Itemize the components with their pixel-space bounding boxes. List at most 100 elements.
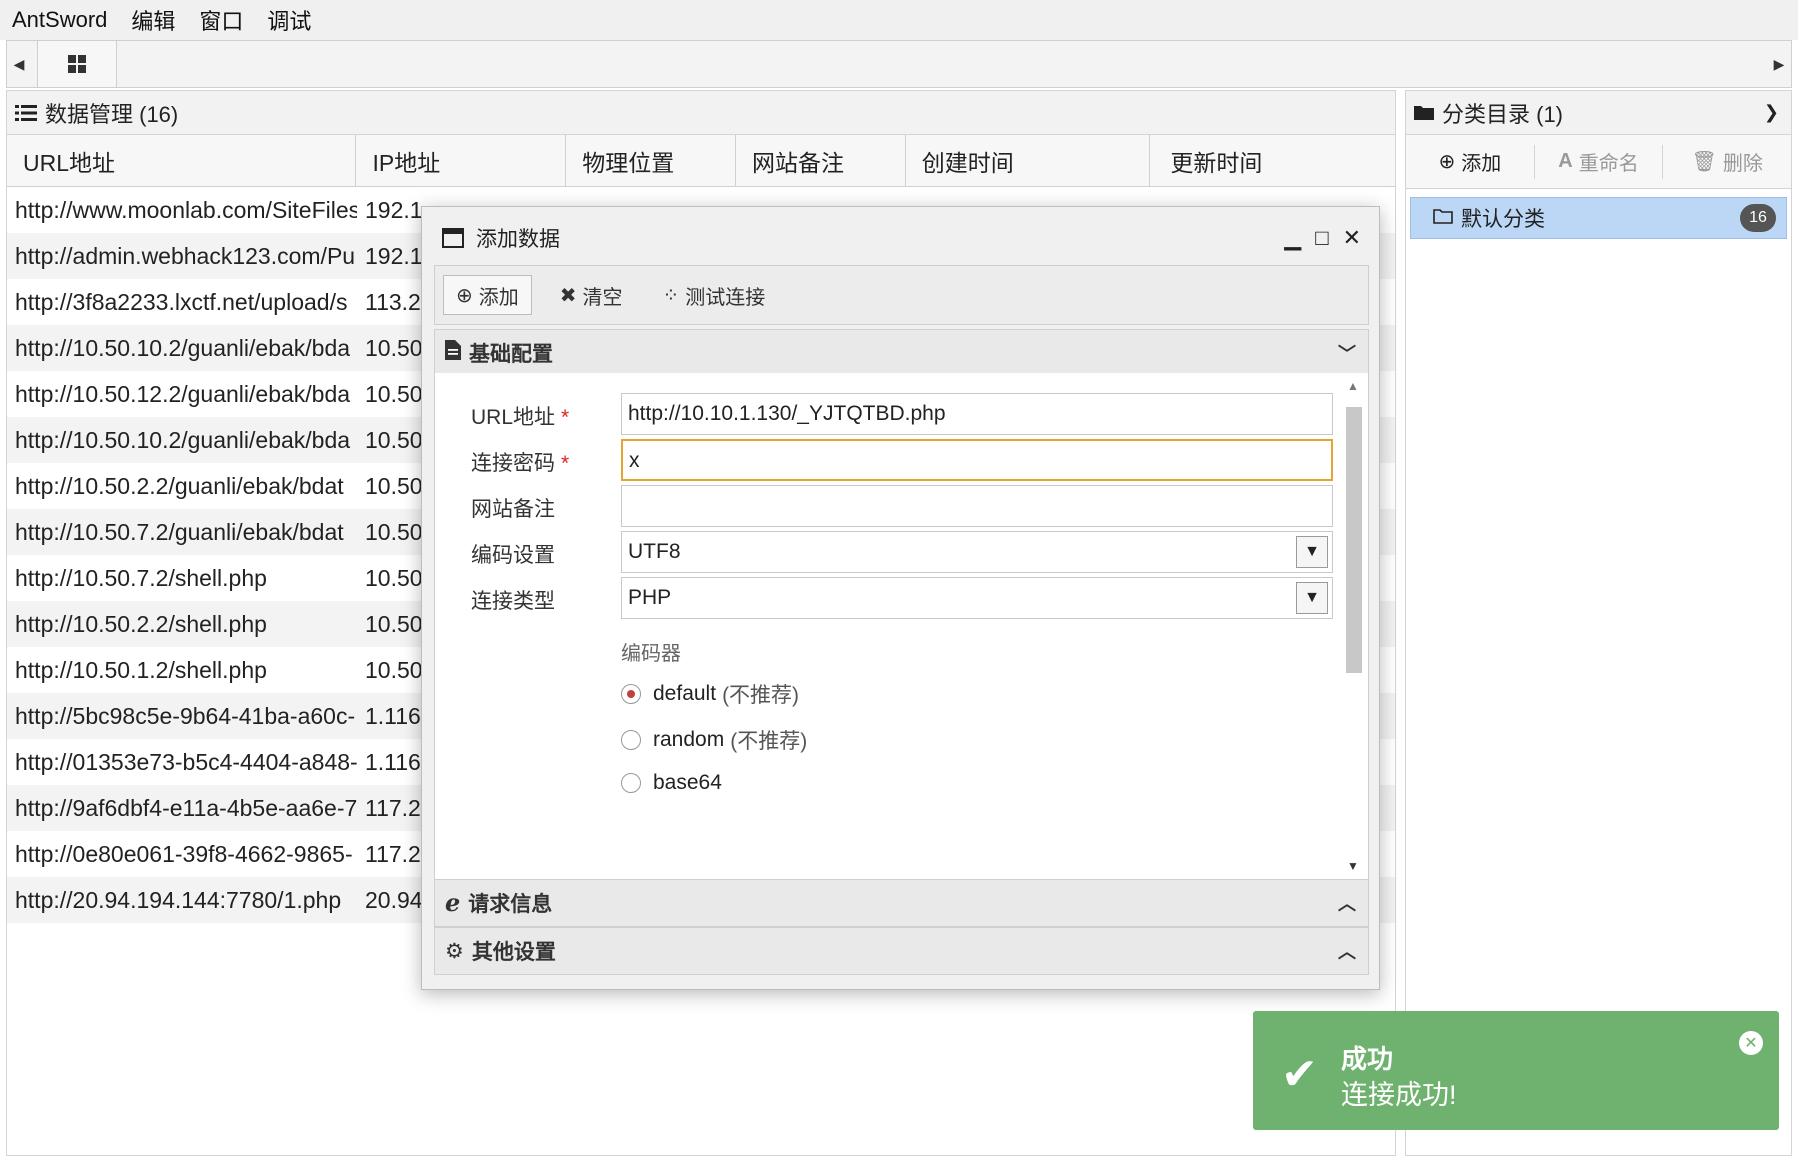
form-scrollbar[interactable]: ▲ ▼ <box>1344 379 1364 873</box>
menu-antsword[interactable]: AntSword <box>12 7 107 33</box>
font-icon: A <box>1558 150 1573 172</box>
encoding-row: 编码设置 UTF8 ▼ <box>435 531 1335 575</box>
url-label: URL地址 * <box>471 406 570 429</box>
encoding-select[interactable]: UTF8 ▼ <box>621 531 1333 573</box>
url-row: URL地址 * http://10.10.1.130/_YJTQTBD.php <box>435 393 1335 437</box>
section-other-settings[interactable]: ⚙ 其他设置 ︿ <box>434 927 1369 975</box>
scroll-down-icon[interactable]: ▼ <box>1347 859 1359 873</box>
encoder-note: (不推荐) <box>730 730 808 753</box>
note-field[interactable] <box>621 485 1333 527</box>
col-updated[interactable]: 更新时间 <box>1150 135 1395 186</box>
cell-url: http://0e80e061-39f8-4662-9865- <box>15 840 353 867</box>
chevron-down-icon[interactable]: ▼ <box>1296 582 1328 614</box>
note-row: 网站备注 <box>435 485 1335 529</box>
tab-bar: ◀ ▶ <box>6 40 1792 88</box>
category-add-label: 添加 <box>1461 153 1502 175</box>
col-url[interactable]: URL地址 <box>7 135 357 186</box>
tab-home[interactable] <box>37 41 117 87</box>
col-created[interactable]: 创建时间 <box>906 135 1151 186</box>
grid-header: URL地址 IP地址 物理位置 网站备注 创建时间 更新时间 <box>7 135 1395 187</box>
trash-icon: 🗑 <box>1691 151 1717 173</box>
folder-icon <box>1414 100 1434 126</box>
spinner-icon: ⁘ <box>662 284 680 307</box>
add-data-dialog: 添加数据 ▁ □ ✕ ⊕ 添加 ✖ 清空 ⁘ 测试连接 基础配置 ﹀ URL地址 * h… <box>421 206 1380 990</box>
encoder-heading: 编码器 <box>621 643 681 665</box>
encoder-note: (不推荐) <box>722 684 800 707</box>
plus-circle-icon: ⊕ <box>1438 151 1456 173</box>
cell-url: http://01353e73-b5c4-4404-a848- <box>15 748 357 775</box>
grid-icon <box>68 55 86 73</box>
chevron-up-icon[interactable]: ︿ <box>1338 890 1356 916</box>
category-delete-button[interactable]: 🗑 删除 <box>1663 145 1791 179</box>
cell-url: http://10.50.2.2/guanli/ebak/bdat <box>15 472 344 499</box>
success-toast: ✔ 成功 连接成功! ✕ <box>1253 1011 1779 1130</box>
minimize-icon[interactable]: ▁ <box>1284 225 1301 251</box>
type-label: 连接类型 <box>471 590 555 613</box>
category-header: 分类目录 (1) ❯ <box>1406 91 1791 135</box>
category-add-button[interactable]: ⊕ 添加 <box>1406 144 1535 179</box>
encoder-option-random[interactable]: random (不推荐) <box>621 725 807 755</box>
ie-icon: ℯ <box>445 889 461 917</box>
test-connection-button[interactable]: ⁘ 测试连接 <box>651 275 778 315</box>
section-basic-title: 基础配置 <box>469 343 553 366</box>
radio-selected-icon <box>621 684 641 704</box>
type-select[interactable]: PHP ▼ <box>621 577 1333 619</box>
menu-edit[interactable]: 编辑 <box>131 4 175 36</box>
scrollbar-thumb[interactable] <box>1346 407 1362 673</box>
category-count-badge: 16 <box>1740 204 1776 232</box>
panel-header: 数据管理 (16) <box>7 91 1395 135</box>
section-basic-config[interactable]: 基础配置 ﹀ <box>434 329 1369 377</box>
tab-scroll-left-icon[interactable]: ◀ <box>7 41 31 87</box>
encoder-option-default[interactable]: default (不推荐) <box>621 679 799 709</box>
password-row: 连接密码 * x <box>435 439 1335 483</box>
url-field[interactable]: http://10.10.1.130/_YJTQTBD.php <box>621 393 1333 435</box>
col-note[interactable]: 网站备注 <box>736 135 906 186</box>
add-label: 添加 <box>478 286 519 309</box>
add-button[interactable]: ⊕ 添加 <box>443 275 532 315</box>
encoder-option-base64[interactable]: base64 <box>621 771 722 795</box>
folder-open-icon <box>1433 206 1453 230</box>
cell-url: http://20.94.194.144:7780/1.php <box>15 886 342 913</box>
password-label: 连接密码 * <box>471 452 570 475</box>
category-label: 默认分类 <box>1461 208 1545 231</box>
cell-url: http://www.moonlab.com/SiteFiles <box>15 196 357 223</box>
encoding-label: 编码设置 <box>471 544 555 567</box>
chevron-up-icon[interactable]: ︿ <box>1338 938 1356 964</box>
password-field[interactable]: x <box>621 439 1333 481</box>
scroll-up-icon[interactable]: ▲ <box>1347 379 1359 393</box>
type-value: PHP <box>628 586 672 609</box>
chevron-right-icon[interactable]: ❯ <box>1764 102 1779 123</box>
checkmark-icon: ✔ <box>1281 1050 1318 1099</box>
list-icon <box>15 104 37 121</box>
chevron-down-icon[interactable]: ▼ <box>1296 536 1328 568</box>
category-title: 分类目录 (1) <box>1442 101 1564 127</box>
cell-url: http://10.50.1.2/shell.php <box>15 656 267 683</box>
maximize-icon[interactable]: □ <box>1315 225 1328 251</box>
window-controls: ▁ □ ✕ <box>1284 225 1361 251</box>
category-delete-label: 删除 <box>1722 153 1763 175</box>
menu-bar: AntSword 编辑 窗口 调试 <box>0 0 1798 40</box>
radio-icon <box>621 773 641 793</box>
category-item-default[interactable]: 默认分类 16 <box>1410 197 1787 239</box>
dialog-toolbar: ⊕ 添加 ✖ 清空 ⁘ 测试连接 <box>434 265 1369 325</box>
menu-window[interactable]: 窗口 <box>199 4 243 36</box>
section-request-info[interactable]: ℯ 请求信息 ︿ <box>434 879 1369 927</box>
section-other-title: 其他设置 <box>471 941 556 964</box>
dialog-titlebar[interactable]: 添加数据 ▁ □ ✕ <box>422 207 1379 269</box>
encoder-name: random <box>653 728 725 751</box>
menu-debug[interactable]: 调试 <box>267 4 311 36</box>
close-icon[interactable]: ✕ <box>1343 225 1361 251</box>
toast-title: 成功 <box>1341 1044 1394 1074</box>
cell-url: http://10.50.10.2/guanli/ebak/bda <box>15 426 351 453</box>
tab-scroll-right-icon[interactable]: ▶ <box>1767 41 1791 87</box>
cell-url: http://10.50.2.2/shell.php <box>15 610 267 637</box>
clear-button[interactable]: ✖ 清空 <box>548 275 635 315</box>
col-location[interactable]: 物理位置 <box>566 135 736 186</box>
toast-close-icon[interactable]: ✕ <box>1739 1031 1763 1055</box>
col-ip[interactable]: IP地址 <box>356 135 567 186</box>
category-rename-button[interactable]: A 重命名 <box>1535 144 1664 179</box>
cell-url: http://admin.webhack123.com/Pu <box>15 242 356 269</box>
type-row: 连接类型 PHP ▼ <box>435 577 1335 621</box>
chevron-down-icon[interactable]: ﹀ <box>1338 340 1356 366</box>
window-icon <box>442 228 464 248</box>
